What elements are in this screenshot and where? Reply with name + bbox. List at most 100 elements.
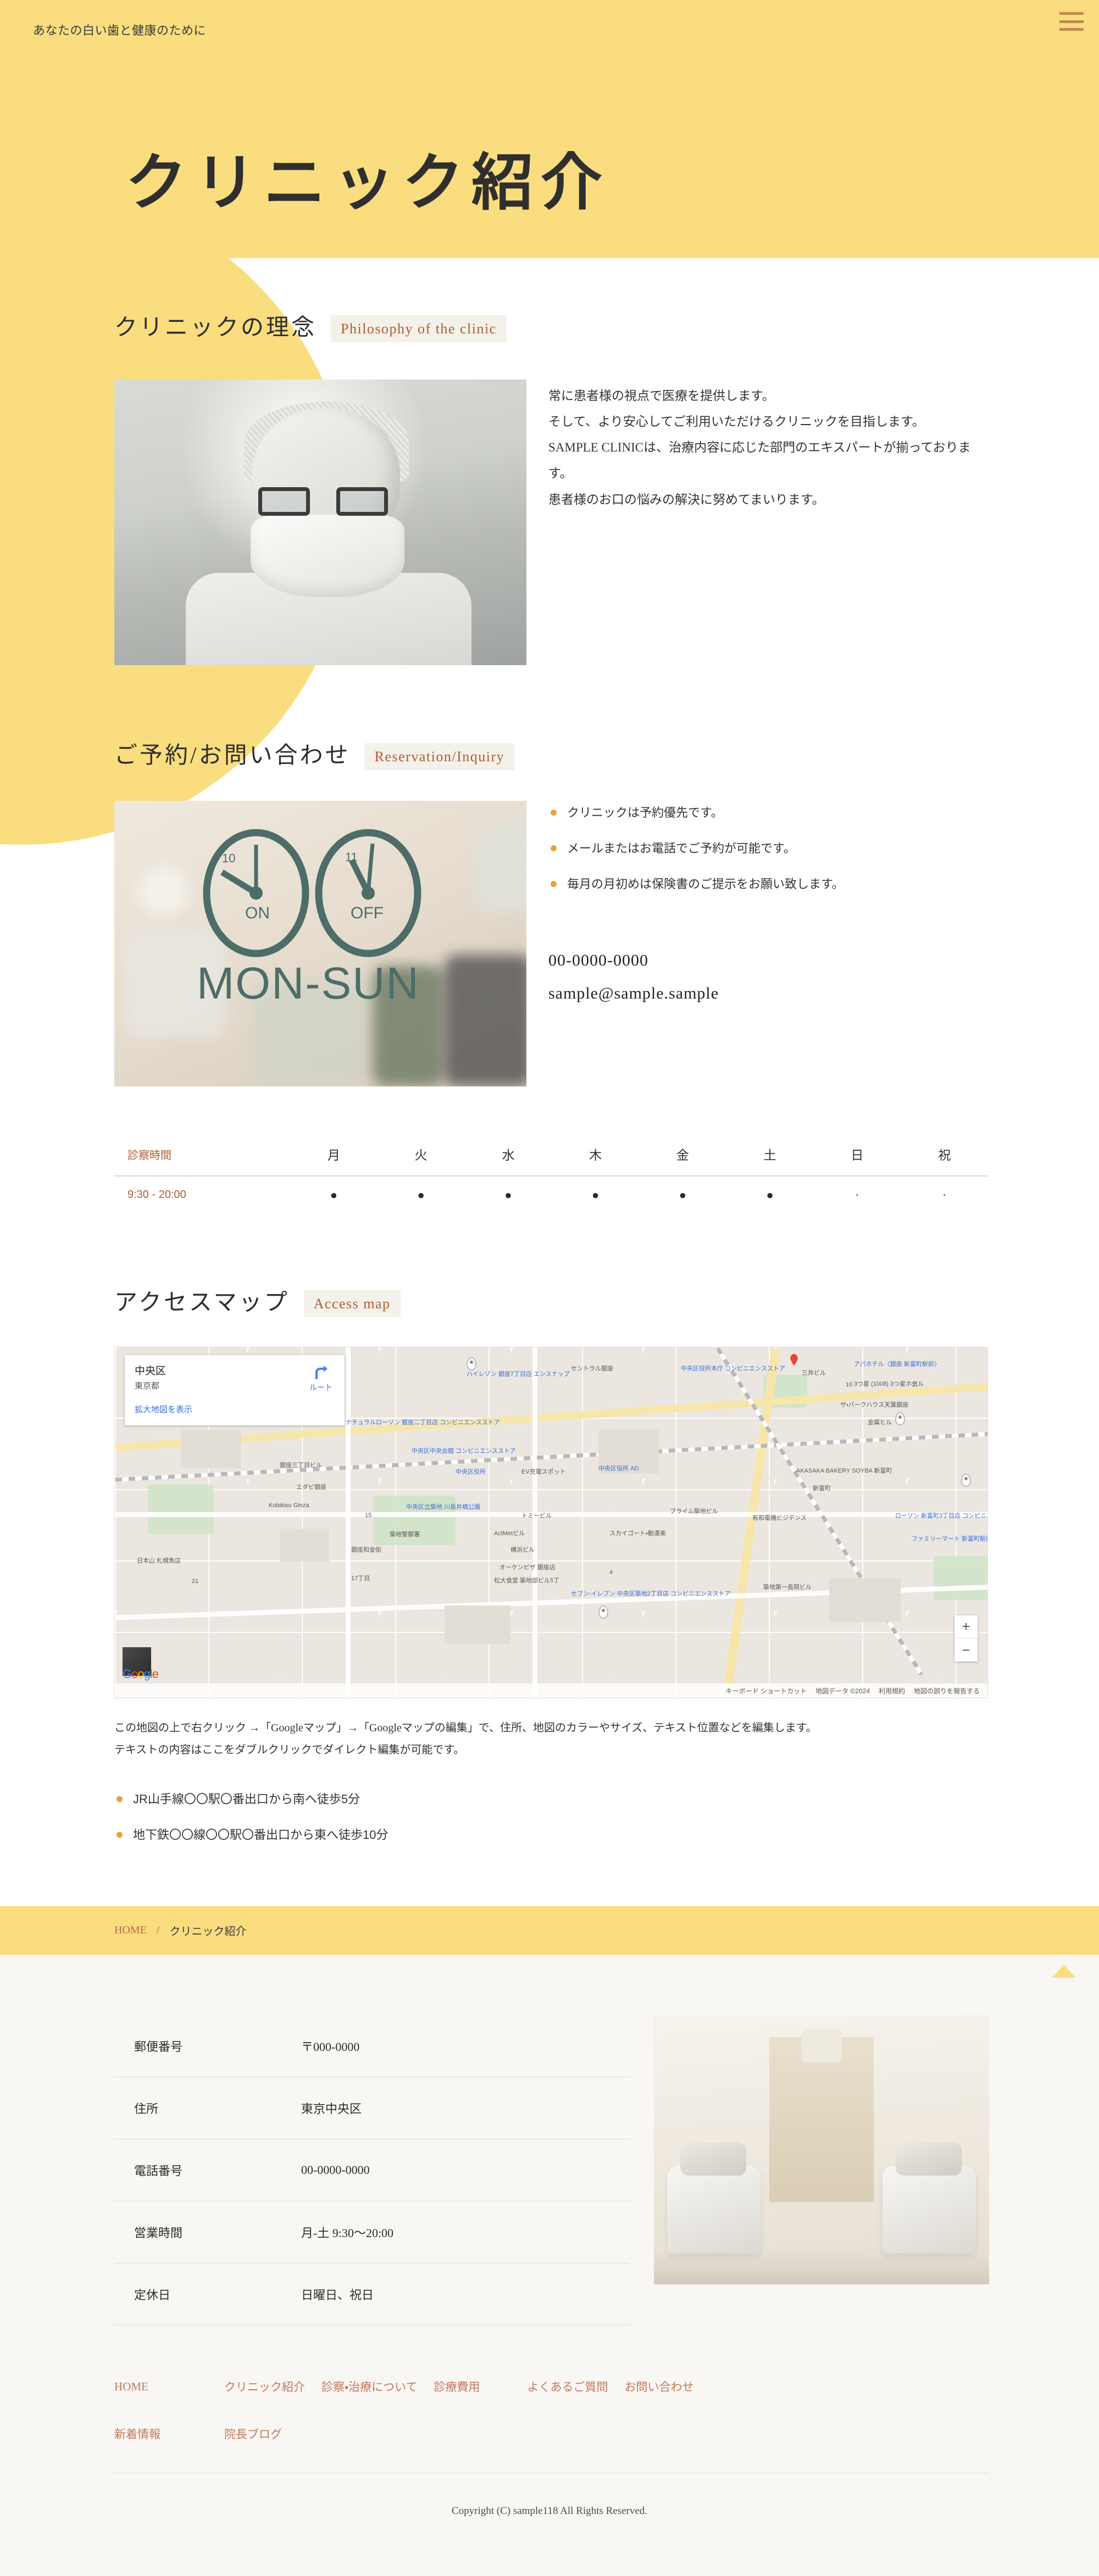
map-route-label: ルート	[309, 1383, 332, 1392]
map-poi-label[interactable]: 中央区役所本庁 コンビニエンスストア	[681, 1364, 785, 1373]
schedule-lead-header: 診察時間	[114, 1133, 290, 1177]
schedule-mark: ●	[766, 1187, 774, 1202]
access-heading-ja: アクセスマップ	[114, 1290, 290, 1315]
map-zoom-out-button[interactable]: −	[954, 1638, 978, 1661]
day-header: 日	[813, 1133, 901, 1177]
table-row: 定休日 日曜日、祝日	[114, 2263, 630, 2326]
map-poi-label: 10	[846, 1381, 853, 1388]
schedule-mark: ·	[942, 1187, 947, 1202]
footer-link-contact[interactable]: お問い合わせ	[625, 2378, 694, 2395]
day-header: 金	[639, 1133, 726, 1177]
map-poi-label: スカイゴート・動漫楽	[609, 1530, 666, 1537]
site-tagline: あなたの白い歯と健康のために	[33, 24, 207, 37]
map-poi-label: 有和電機ビジデンス	[752, 1515, 807, 1521]
clinic-interior-photo	[654, 2015, 989, 2285]
google-logo: Google	[123, 1667, 159, 1681]
philosophy-line: SAMPLE CLINICは、治療内容に応じた部門のエキスパートが揃っております…	[548, 441, 971, 481]
map-poi-label[interactable]: アパホテル〈銀座 新富町駅前〉	[854, 1359, 940, 1368]
info-value: 東京中央区	[301, 2102, 362, 2116]
list-item: JR山手線〇〇駅〇番出口から南へ徒歩5分	[114, 1789, 989, 1809]
info-label: 郵便番号	[134, 2040, 183, 2054]
clinic-phone[interactable]: 00-0000-0000	[548, 951, 989, 970]
map-expand-link[interactable]: 拡大地図を表示	[135, 1403, 335, 1415]
map-report-error-link[interactable]: 地図の誤りを報告する	[914, 1686, 980, 1696]
map-poi-label[interactable]: 中央区中央会館 コンビニエンスストア	[412, 1446, 516, 1455]
copyright-text: Copyright (C) sample118 All Rights Reser…	[451, 2505, 648, 2517]
info-value: 〒000-0000	[301, 2040, 360, 2054]
clinic-email[interactable]: sample@sample.sample	[548, 984, 989, 1003]
philosophy-line: 患者様のお口の悩みの解決に努めてまいります。	[548, 492, 825, 506]
map-poi-label: Kobikiso Ginza	[269, 1502, 309, 1509]
map-poi-label[interactable]: 中央区役所	[456, 1467, 486, 1476]
map-poi-label[interactable]: 中央区立築地 川島井橋公園	[406, 1502, 480, 1511]
schedule-mark: ●	[330, 1187, 338, 1202]
map-poi-label: 金属ヒル	[868, 1419, 892, 1426]
map-terms-link[interactable]: 利用規約	[879, 1686, 905, 1696]
map-route-button[interactable]: ルート	[309, 1364, 332, 1393]
footer-link-news[interactable]: 新着情報	[114, 2426, 224, 2442]
footer-link-treatment[interactable]: 診察・治療について	[321, 2378, 418, 2395]
table-row: 住所 東京中央区	[114, 2077, 630, 2139]
philosophy-heading: クリニックの理念 Philosophy of the clinic	[0, 309, 1099, 342]
map-poi-label: ザ・パークハウス天葉銀座	[840, 1402, 909, 1408]
info-label: 住所	[134, 2102, 159, 2116]
footer-link-fees[interactable]: 診療費用	[434, 2378, 480, 2395]
footer-navigation: HOME クリニック紹介 診察・治療について 診療費用 よくあるご質問 お問い合…	[0, 2326, 1099, 2442]
list-item: クリニックは予約優先です。	[548, 803, 989, 822]
map-info-card[interactable]: 中央区 東京都 拡大地図を表示 ルート	[125, 1355, 345, 1425]
map-poi-label[interactable]: セブン-イレブン 中央区築地2丁目店 コンビニエンスストア	[571, 1589, 731, 1598]
scroll-to-top-arrow-icon[interactable]	[1052, 1965, 1076, 1978]
map-attribution-bar: キーボード ショートカット 地図データ ©2024 利用規約 地図の誤りを報告す…	[115, 1683, 987, 1698]
breadcrumb-separator: /	[156, 1924, 160, 1937]
map-keyboard-shortcuts[interactable]: キーボード ショートカット	[726, 1686, 807, 1696]
list-item: 地下鉄〇〇線〇〇駅〇番出口から東へ徒歩10分	[114, 1825, 989, 1844]
footer-info-block: 郵便番号 〒000-0000 住所 東京中央区 電話番号 00-0000-000…	[0, 2015, 1099, 2326]
map-poi-label: エダビ銀座	[296, 1484, 326, 1491]
footer-link-home[interactable]: HOME	[114, 2380, 224, 2394]
map-zoom-controls[interactable]: + −	[954, 1615, 978, 1661]
schedule-mark: ●	[679, 1187, 687, 1202]
info-value: 日曜日、祝日	[301, 2288, 374, 2302]
map-poi-label: 21	[192, 1578, 199, 1585]
main-content: クリニックの理念 Philosophy of the clinic 常に患者様の…	[0, 186, 1099, 1906]
google-map-embed[interactable]: 中央区役所本庁 コンビニエンスストア アパホテル〈銀座 新富町駅前〉 3つ星 (10…	[114, 1347, 988, 1698]
map-poi-label[interactable]: ナチュラルローソン 銀座二丁目店 コンビニエンスストア	[346, 1418, 500, 1426]
philosophy-heading-en: Philosophy of the clinic	[331, 315, 507, 342]
access-heading-en: Access map	[303, 1290, 401, 1317]
map-poi-label: 4	[609, 1569, 613, 1576]
map-poi-label: プライム築地ビル	[670, 1508, 718, 1515]
info-value: 月-土 9:30〜20:00	[301, 2226, 394, 2240]
philosophy-line: 常に患者様の視点で医療を提供します。	[548, 389, 775, 403]
day-header: 祝	[901, 1133, 988, 1177]
footer-link-clinic-intro[interactable]: クリニック紹介	[224, 2378, 305, 2395]
map-poi-label[interactable]: ファミリーマート 新富町駅前店	[912, 1534, 987, 1543]
map-poi-label[interactable]: ローソン 新富町3丁目店 コンビニエンスストア	[895, 1511, 987, 1520]
hamburger-menu-icon[interactable]	[1059, 12, 1084, 31]
philosophy-text: 常に患者様の視点で医療を提供します。 そして、より安心してご利用いただけるクリニ…	[548, 380, 989, 665]
reservation-heading: ご予約/お問い合わせ Reservation/Inquiry	[0, 737, 1099, 770]
map-poi-label[interactable]: ハイレゾン 銀座7丁目店 エンスナップ	[467, 1369, 570, 1378]
opening-hours-image: 10 ON 11 OFF MON-SUN	[114, 801, 526, 1086]
footer-nav-row-1: HOME クリニック紹介 診察・治療について 診療費用 よくあるご質問 お問い合…	[114, 2378, 989, 2395]
philosophy-line: そして、より安心してご利用いただけるクリニックを目指します。	[548, 415, 925, 429]
map-poi-label[interactable]: 中央区役所 AD	[598, 1464, 639, 1473]
list-item: メールまたはお電話でご予約が可能です。	[548, 839, 989, 858]
schedule-mark: ·	[855, 1187, 859, 1202]
site-footer: 郵便番号 〒000-0000 住所 東京中央区 電話番号 00-0000-000…	[0, 1955, 1099, 2540]
day-header: 土	[726, 1133, 814, 1177]
map-poi-label: 銀座和金街	[351, 1547, 381, 1553]
map-zoom-in-button[interactable]: +	[954, 1615, 978, 1638]
breadcrumb-home-link[interactable]: HOME	[114, 1924, 147, 1937]
map-card-subtitle: 東京都	[135, 1381, 160, 1391]
footer-link-blog[interactable]: 院長ブログ	[224, 2426, 282, 2442]
day-header: 木	[552, 1133, 639, 1177]
map-edit-note: この地図の上で右クリック →「Googleマップ」→「Googleマップの編集」…	[114, 1717, 989, 1761]
map-place-dot-icon	[467, 1357, 476, 1370]
svg-text:MON-SUN: MON-SUN	[197, 958, 420, 1008]
map-poi-label: EV充電スポット	[521, 1469, 566, 1475]
info-label: 営業時間	[134, 2226, 183, 2240]
map-poi-label: 11	[912, 1381, 918, 1388]
footer-link-faq[interactable]: よくあるご質問	[528, 2378, 608, 2395]
philosophy-heading-ja: クリニックの理念	[114, 315, 317, 341]
philosophy-block: 常に患者様の視点で医療を提供します。 そして、より安心してご利用いただけるクリニ…	[0, 380, 1099, 665]
